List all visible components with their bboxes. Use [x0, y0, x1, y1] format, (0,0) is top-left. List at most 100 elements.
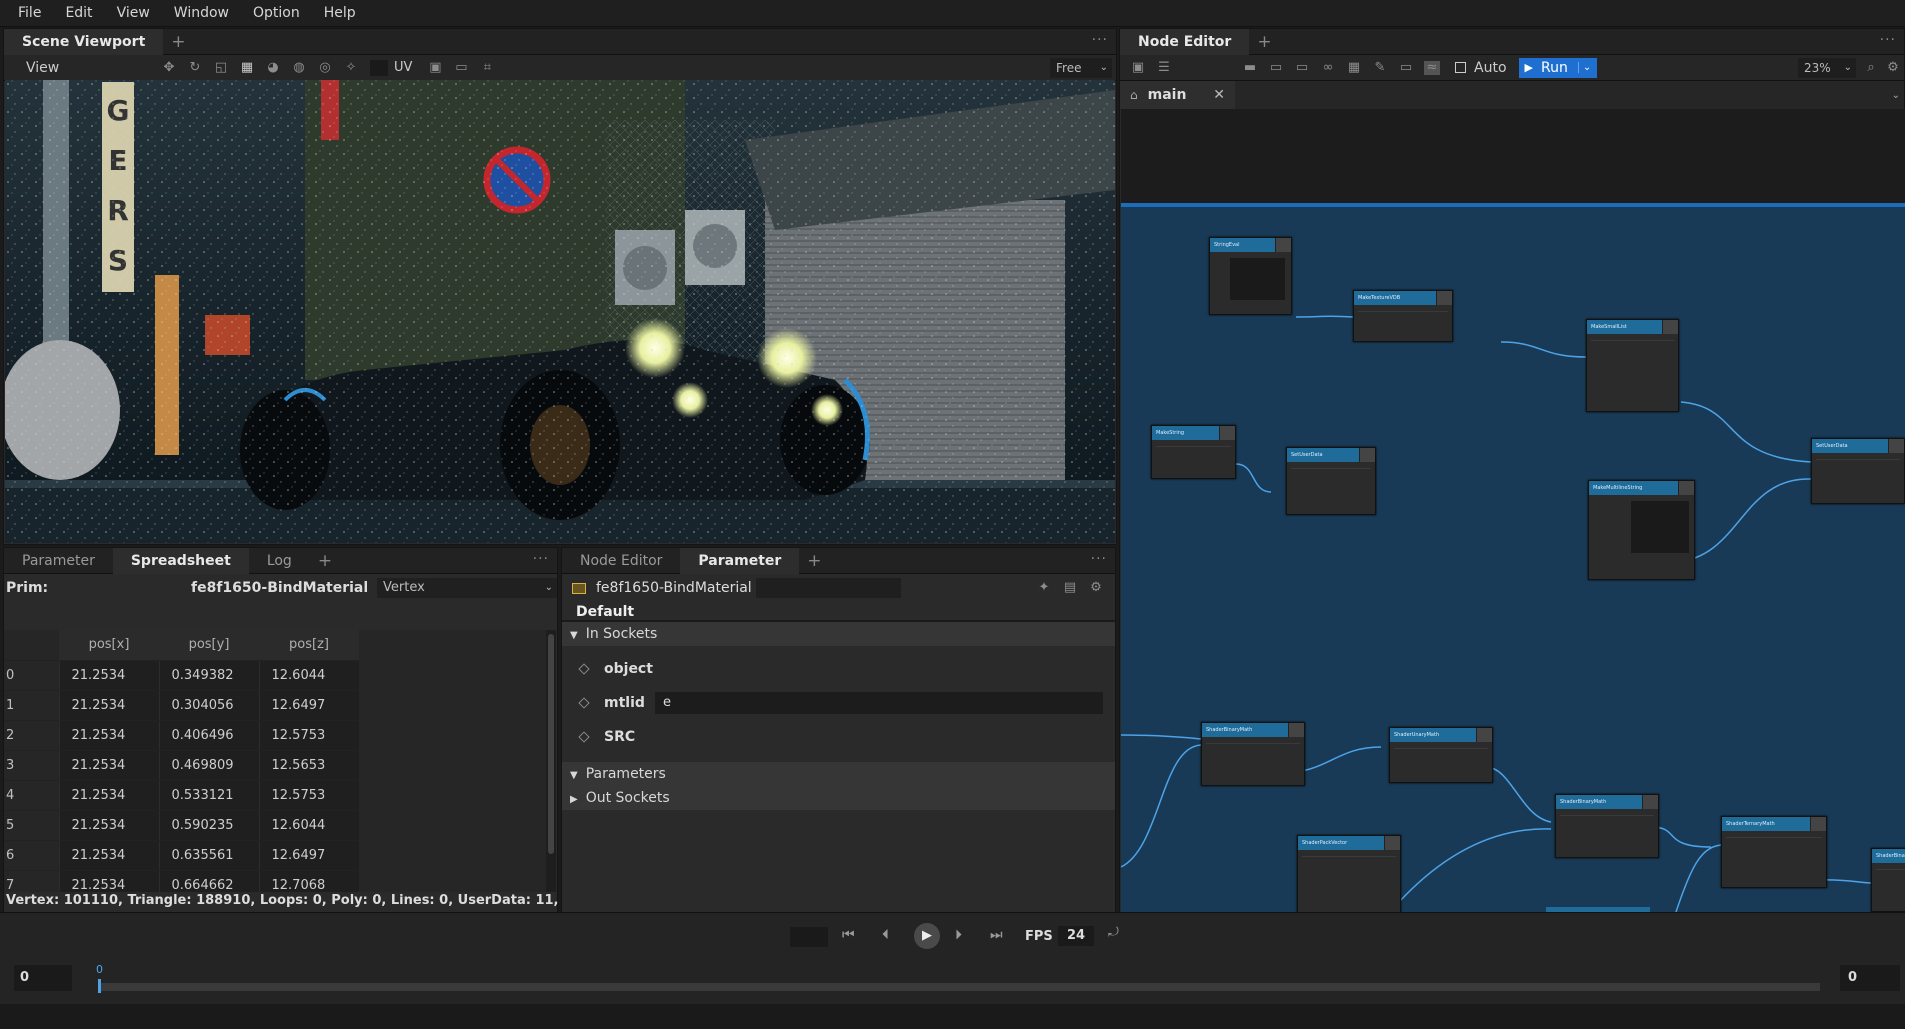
fit-icon[interactable]: ⌗	[479, 60, 495, 75]
column-header[interactable]: pos[x]	[59, 630, 159, 661]
view-menu[interactable]: View	[26, 60, 146, 76]
start-frame-input[interactable]: 0	[14, 965, 72, 991]
end-frame-input[interactable]: 0	[1840, 965, 1900, 991]
viewport-render[interactable]: G E R S	[5, 80, 1115, 543]
view-icon[interactable]: ▭	[1398, 60, 1414, 75]
graph-icon[interactable]: ≈	[1424, 60, 1440, 75]
save-icon[interactable]: ▭	[1294, 60, 1310, 75]
add-tab-icon[interactable]: +	[171, 32, 185, 52]
node-shader-ternary-math[interactable]: ShaderTernaryMath	[1721, 816, 1827, 888]
frame-input[interactable]	[790, 927, 828, 947]
playhead[interactable]	[98, 979, 101, 993]
panel-menu-icon[interactable]: ···	[533, 548, 549, 570]
graph-tab-main[interactable]: ⌂ main ✕	[1120, 81, 1235, 109]
skip-end-icon[interactable]: ⏭	[990, 927, 1003, 943]
tab-log[interactable]: Log	[249, 548, 310, 574]
column-header[interactable]: pos[y]	[159, 630, 259, 661]
chevron-down-icon[interactable]: ⌄	[1892, 90, 1900, 101]
chevron-down-icon[interactable]: ⌄	[1577, 62, 1591, 73]
node-shader-binary-math[interactable]: ShaderBinaryMath	[1201, 722, 1305, 786]
grid-icon[interactable]: ▦	[239, 60, 255, 75]
move-icon[interactable]: ✥	[161, 60, 177, 75]
gear-icon[interactable]: ⚙	[1885, 60, 1901, 75]
panel-menu-icon[interactable]: ···	[1880, 29, 1896, 51]
node-name-field[interactable]	[755, 578, 901, 598]
out-sockets-section[interactable]: ▶ Out Sockets	[562, 786, 1115, 810]
edit-icon[interactable]: ✎	[1372, 60, 1388, 75]
color-swatch[interactable]	[370, 59, 388, 76]
light-icon[interactable]: ✧	[343, 60, 359, 75]
node-shader-binary-math-2[interactable]: ShaderBinaryMath	[1555, 794, 1659, 858]
table-row[interactable]: 7 21.2534 0.664662 12.7068	[4, 870, 359, 892]
add-tab-icon[interactable]: +	[1257, 32, 1271, 52]
group-header[interactable]: Default	[562, 602, 1115, 622]
gear-icon[interactable]: ⚙	[1088, 581, 1104, 595]
add-tab-icon[interactable]: +	[318, 551, 332, 571]
mtlid-input[interactable]: e	[655, 692, 1103, 714]
menu-option[interactable]: Option	[253, 5, 300, 21]
table-row[interactable]: 3 21.2534 0.469809 12.5653	[4, 750, 359, 781]
socket-object[interactable]: object	[562, 652, 1115, 686]
menu-edit[interactable]: Edit	[65, 5, 92, 21]
node-graph-canvas[interactable]: StringEval MakeTextureVDB MakeSmallList …	[1121, 207, 1905, 912]
node-string-eval[interactable]: StringEval	[1209, 237, 1292, 315]
parameters-section[interactable]: ▼ Parameters	[562, 762, 1115, 786]
tab-spreadsheet[interactable]: Spreadsheet	[112, 547, 249, 574]
node-make-texture-vdb[interactable]: MakeTextureVDB	[1353, 290, 1453, 342]
zoom-select[interactable]: 23% ⌄	[1798, 58, 1856, 78]
scale-icon[interactable]: ◱	[213, 60, 229, 75]
layout-icon[interactable]: ▣	[1130, 60, 1146, 75]
table-icon[interactable]: ▦	[1346, 60, 1362, 75]
panel-menu-icon[interactable]: ···	[1092, 29, 1108, 51]
step-back-icon[interactable]: ⏴	[882, 927, 889, 943]
loop-icon[interactable]: ⤾	[1108, 925, 1119, 940]
close-icon[interactable]: ✕	[1213, 87, 1225, 103]
add-tab-icon[interactable]: +	[807, 551, 821, 571]
tab-parameter[interactable]: Parameter	[680, 547, 800, 574]
tab-node-editor[interactable]: Node Editor	[1120, 28, 1250, 55]
domain-select[interactable]: Vertex ⌄	[377, 578, 557, 598]
column-header[interactable]: pos[z]	[259, 630, 359, 661]
node-make-multiline-string[interactable]: MakeMultilineString	[1588, 480, 1695, 580]
run-button[interactable]: ▶ Run ⌄	[1518, 57, 1598, 78]
node-make-string[interactable]: MakeString	[1151, 425, 1236, 479]
table-row[interactable]: 0 21.2534 0.349382 12.6044	[4, 660, 359, 691]
in-sockets-section[interactable]: ▼ In Sockets	[562, 622, 1115, 646]
camera-icon[interactable]: ▣	[427, 60, 443, 75]
table-row[interactable]: 2 21.2534 0.406496 12.5753	[4, 720, 359, 751]
rotate-icon[interactable]: ↻	[187, 60, 203, 75]
panel-menu-icon[interactable]: ···	[1091, 548, 1107, 570]
node-shader-binary-partial[interactable]: ShaderBina	[1871, 848, 1905, 912]
camera-mode-select[interactable]: Free ⌄	[1050, 58, 1112, 78]
fps-input[interactable]: 24	[1058, 926, 1094, 946]
step-forward-icon[interactable]: ⏵	[955, 927, 962, 943]
spreadsheet-table-wrap[interactable]: pos[x] pos[y] pos[z] 0 21.2534 0.349382 12.…	[4, 630, 556, 892]
link-icon[interactable]: ∞	[1320, 60, 1336, 75]
shading-icon[interactable]: ◕	[265, 60, 281, 75]
timeline-scrubber[interactable]	[98, 979, 1820, 993]
table-row[interactable]: 6 21.2534 0.635561 12.6497	[4, 840, 359, 871]
menu-view[interactable]: View	[117, 5, 150, 21]
node-shader-unary-math[interactable]: ShaderUnaryMath	[1389, 727, 1493, 783]
sphere-icon[interactable]: ◍	[291, 60, 307, 75]
tab-node-editor[interactable]: Node Editor	[562, 548, 680, 574]
socket-src[interactable]: SRC	[562, 720, 1115, 754]
uv-toggle[interactable]: UV	[394, 60, 412, 75]
auto-checkbox[interactable]: Auto	[1455, 60, 1507, 76]
node-set-user-data-2[interactable]: SetUserData	[1811, 438, 1905, 504]
menu-window[interactable]: Window	[174, 5, 229, 21]
node-set-user-data[interactable]: SetUserData	[1286, 447, 1376, 515]
node-shader-pack-vector[interactable]: ShaderPackVector	[1297, 835, 1401, 912]
table-row[interactable]: 1 21.2534 0.304056 12.6497	[4, 690, 359, 721]
frame-icon[interactable]: ▭	[453, 60, 469, 75]
pin-icon[interactable]: ✦	[1036, 581, 1052, 595]
node-make-small-list[interactable]: MakeSmallList	[1586, 319, 1679, 412]
play-button[interactable]: ▶	[914, 923, 940, 949]
table-row[interactable]: 5 21.2534 0.590235 12.6044	[4, 810, 359, 841]
tab-scene-viewport[interactable]: Scene Viewport	[4, 28, 164, 55]
menu-file[interactable]: File	[18, 5, 41, 21]
clipboard-icon[interactable]: ▤	[1062, 581, 1078, 595]
tab-parameter[interactable]: Parameter	[4, 548, 113, 574]
menu-help[interactable]: Help	[324, 5, 356, 21]
folder-icon[interactable]: ▬	[1242, 60, 1258, 75]
